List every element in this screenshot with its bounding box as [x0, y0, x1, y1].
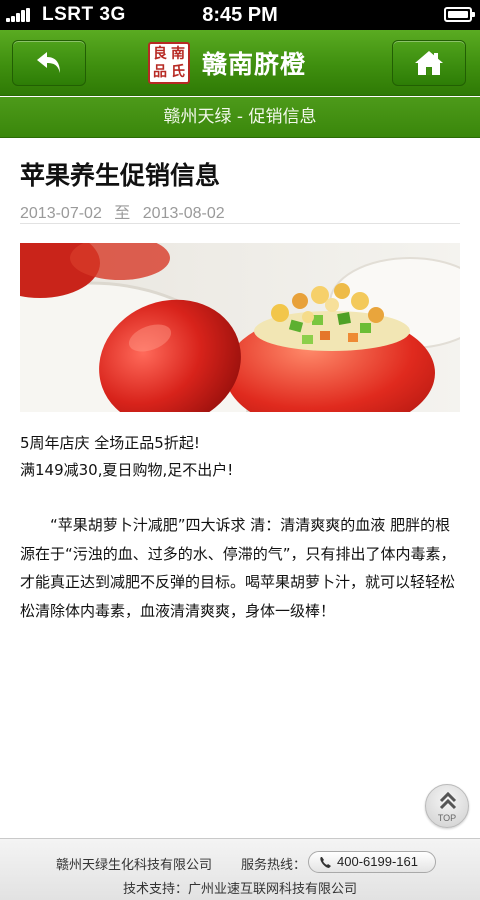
end-date: 2013-08-02 [142, 205, 225, 222]
date-range: 2013-07-02 至 2013-08-02 [20, 199, 233, 223]
battery-icon [444, 7, 475, 22]
home-button[interactable] [392, 40, 466, 86]
back-to-top-button[interactable]: TOP [425, 784, 469, 828]
start-date: 2013-07-02 [20, 205, 102, 222]
article-body: “苹果胡萝卜汁减肥”四大诉求 清：清清爽爽的血液 肥胖的根源在于“污浊的血、过多… [20, 516, 456, 620]
phone-icon [320, 857, 331, 868]
back-button[interactable] [12, 40, 86, 86]
promo-line-2: 满149减30,夏日购物,足不出户! [20, 461, 234, 479]
article-image [20, 243, 460, 412]
section-title: 赣州天绿 - 促销信息 [0, 97, 480, 138]
status-bar: LSRT 3G 8:45 PM [0, 0, 480, 30]
title-divider [20, 223, 460, 224]
back-arrow-icon [37, 52, 60, 73]
hotline-label: 服务热线： [241, 858, 307, 873]
phone-button[interactable]: 400-6199-161 [308, 851, 436, 873]
home-icon [415, 51, 443, 75]
article-title: 苹果养生促销信息 [20, 161, 221, 190]
app-header: 良 南 品 氏 赣南脐橙 [0, 30, 480, 96]
footer-support: 技术支持：广州业速互联网科技有限公司 [122, 882, 357, 897]
brand[interactable]: 良 南 品 氏 赣南脐橙 [148, 42, 306, 84]
brand-name: 赣南脐橙 [202, 50, 307, 79]
promo-line-1: 5周年店庆 全场正品5折起! [20, 434, 200, 452]
date-separator: 至 [114, 205, 131, 222]
promo-text: 5周年店庆 全场正品5折起! 满149减30,夏日购物,足不出户! [20, 430, 233, 484]
phone-number: 400-6199-161 [337, 854, 418, 869]
status-time: 8:45 PM [202, 4, 278, 26]
back-to-top-label: TOP [437, 813, 457, 823]
brand-logo: 良 南 品 氏 [148, 42, 190, 84]
footer-company: 赣州天绿生化科技有限公司 [56, 858, 213, 873]
footer: 赣州天绿生化科技有限公司 服务热线： 400-6199-161 技术支持：广州业… [0, 838, 480, 900]
